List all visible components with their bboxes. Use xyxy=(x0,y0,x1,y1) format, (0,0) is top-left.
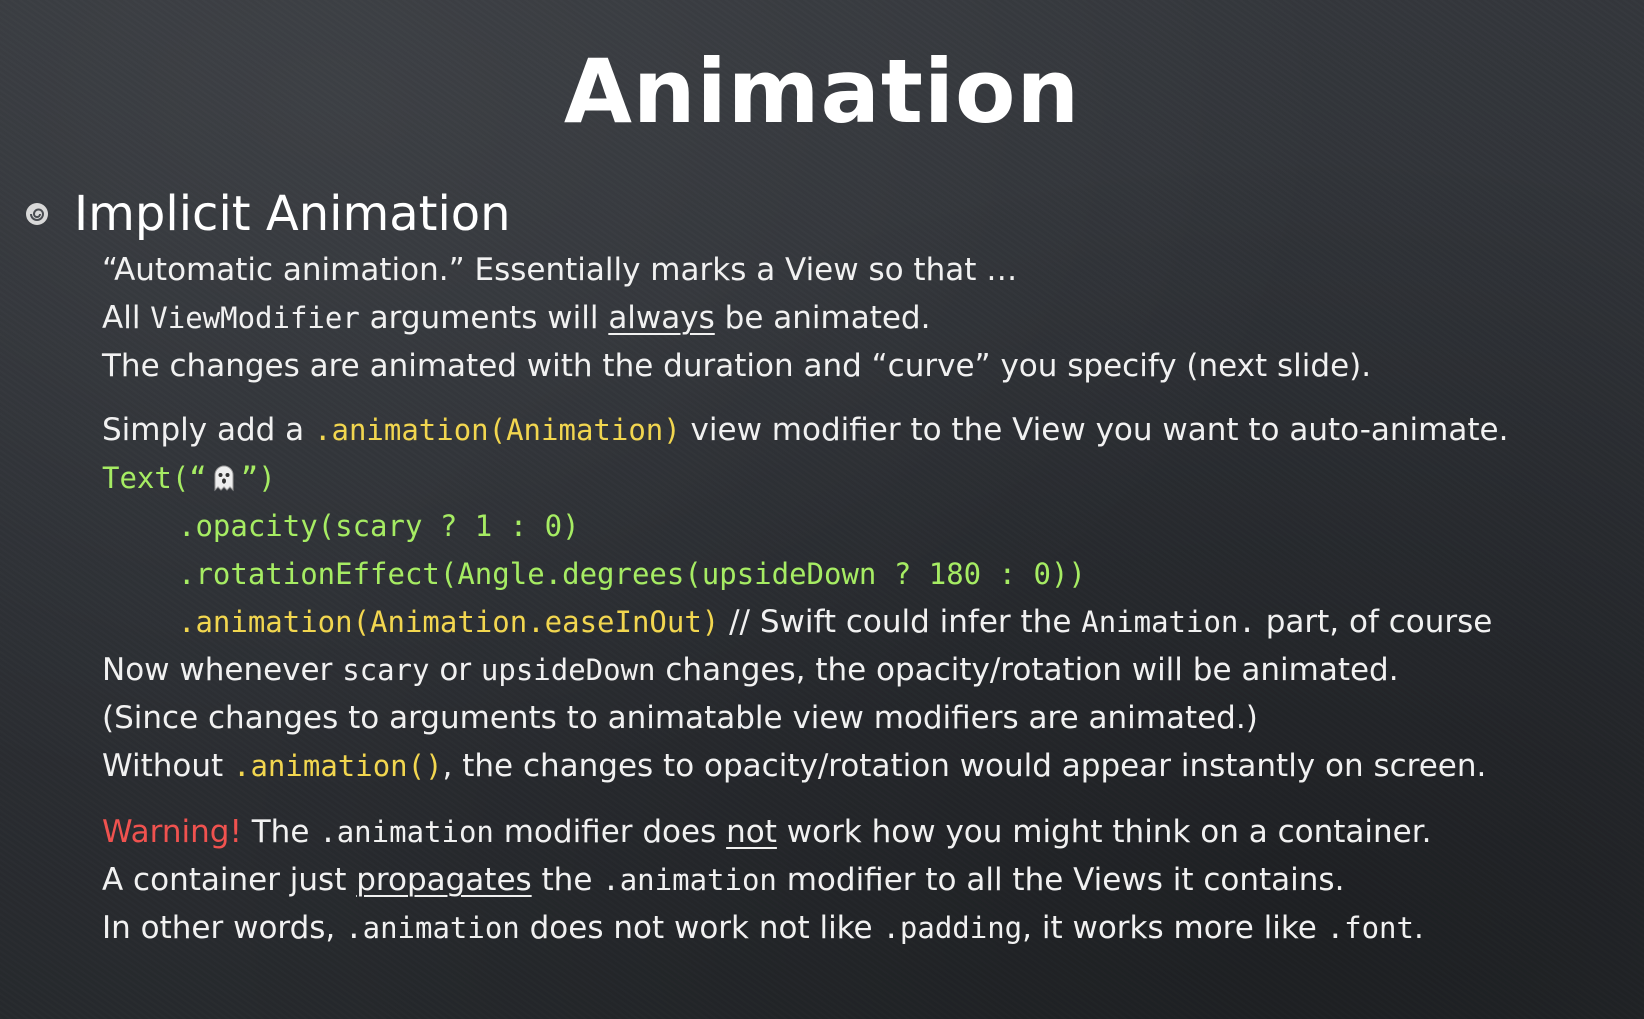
text-line-2: All ViewModifier arguments will always b… xyxy=(102,298,930,338)
ghost-emoji-icon xyxy=(209,463,239,493)
text-line-3: The changes are animated with the durati… xyxy=(102,348,1372,384)
text-line-13: A container just propagates the .animati… xyxy=(102,860,1344,900)
text-line-10: (Since changes to arguments to animatabl… xyxy=(102,700,1258,736)
text-line-1: “Automatic animation.” Essentially marks… xyxy=(102,252,1018,288)
text-span: . xyxy=(1413,910,1424,946)
slide-title: Animation xyxy=(563,40,1081,143)
comment-text: // Swift could infer the xyxy=(719,604,1082,640)
code-line-1: Text(“ ”) xyxy=(102,458,276,498)
text-span: does not work not like xyxy=(519,910,883,946)
code-text: ”) xyxy=(240,461,276,495)
text-line-14: In other words, .animation does not work… xyxy=(102,908,1424,948)
code-line-4: .animation(Animation.easeInOut) // Swift… xyxy=(178,602,1492,642)
text-line-4: Simply add a .animation(Animation) view … xyxy=(102,410,1508,450)
text-span: modifier does xyxy=(493,814,727,850)
text-span: Simply add a xyxy=(102,412,315,448)
text-span: view modifier to the View you want to au… xyxy=(680,412,1509,448)
underlined-text: always xyxy=(608,300,715,336)
code-line-2: .opacity(scary ? 1 : 0) xyxy=(178,509,580,543)
code-inline: upsideDown xyxy=(480,653,656,687)
text-line-11: Without .animation(), the changes to opa… xyxy=(102,746,1486,786)
code-inline: .animation xyxy=(345,911,520,945)
code-text: Text(“ xyxy=(102,461,207,495)
code-inline: scary xyxy=(342,653,430,687)
code-inline: .animation xyxy=(602,863,777,897)
text-span: Without xyxy=(102,748,234,784)
code-inline: ViewModifier xyxy=(150,301,360,335)
text-span: be animated. xyxy=(714,300,931,336)
code-inline: .animation xyxy=(319,815,494,849)
text-line-9: Now whenever scary or upsideDown changes… xyxy=(102,650,1399,690)
code-inline: .animation(Animation.easeInOut) xyxy=(178,605,720,639)
section-heading: Implicit Animation xyxy=(74,186,511,242)
text-span: changes, the opacity/rotation will be an… xyxy=(655,652,1399,688)
code-inline: .animation(Animation) xyxy=(314,413,681,447)
text-span: All xyxy=(102,300,151,336)
text-span: modifier to all the Views it contains. xyxy=(776,862,1345,898)
spiral-bullet-icon xyxy=(24,201,50,227)
text-span: or xyxy=(429,652,481,688)
text-span: the xyxy=(531,862,603,898)
text-span: , it works more like xyxy=(1022,910,1327,946)
code-inline: .animation() xyxy=(233,749,443,783)
code-inline: .padding xyxy=(882,911,1023,945)
underlined-text: not xyxy=(726,814,777,850)
text-span: A container just xyxy=(102,862,357,898)
text-span: In other words, xyxy=(102,910,346,946)
warning-label: Warning! xyxy=(102,814,242,850)
bullet-row: Implicit Animation xyxy=(24,186,511,242)
code-inline: Animation. xyxy=(1081,605,1256,639)
code-inline: .font xyxy=(1326,911,1414,945)
slide: Animation Implicit Animation “Automatic … xyxy=(0,0,1644,1019)
text-span: arguments will xyxy=(359,300,609,336)
text-span: Now whenever xyxy=(102,652,343,688)
text-span: work how you might think on a container. xyxy=(776,814,1432,850)
underlined-text: propagates xyxy=(356,862,532,898)
code-line-3: .rotationEffect(Angle.degrees(upsideDown… xyxy=(178,557,1086,591)
comment-text: part, of course xyxy=(1255,604,1493,640)
warning-line: Warning! The .animation modifier does no… xyxy=(102,812,1431,852)
text-span: The xyxy=(241,814,320,850)
text-span: , the changes to opacity/rotation would … xyxy=(442,748,1487,784)
